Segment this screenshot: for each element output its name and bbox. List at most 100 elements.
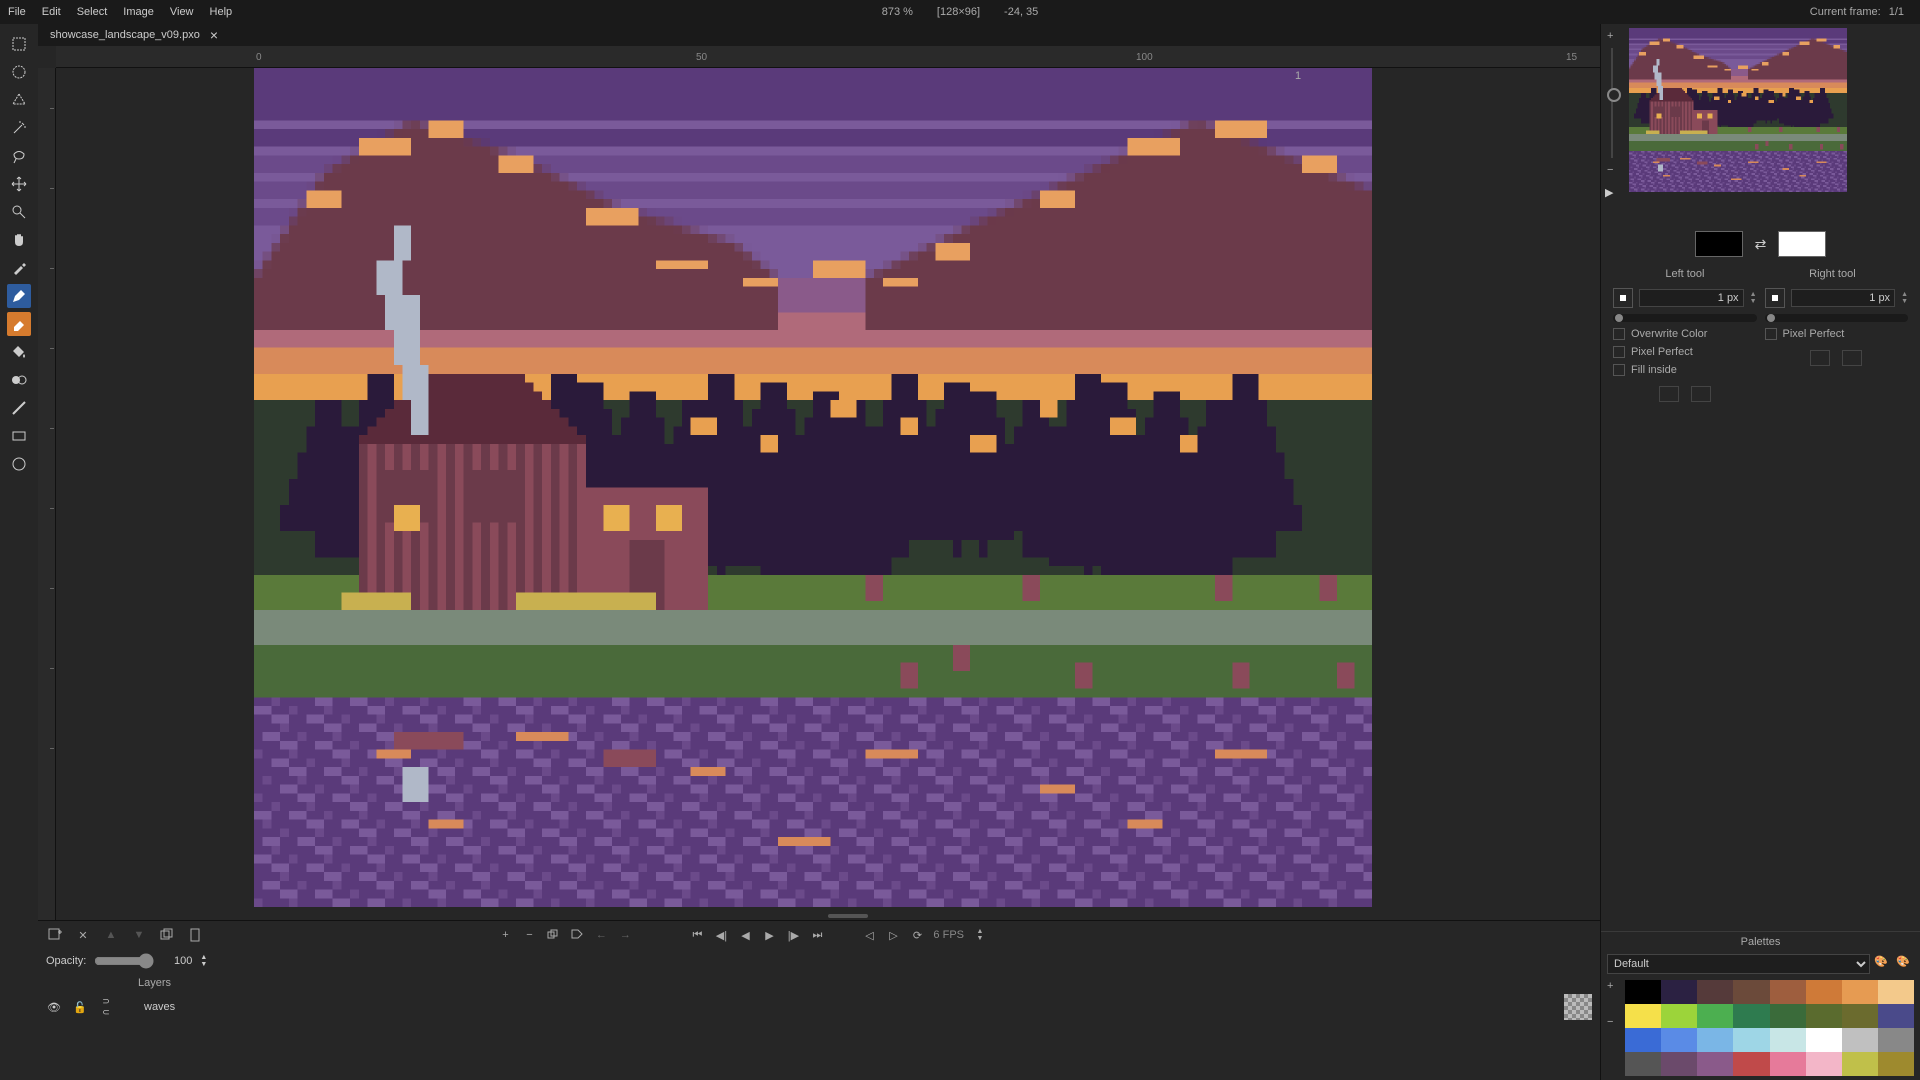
palette-swatch[interactable] [1878,980,1914,1004]
add-palette-button[interactable]: 🎨 [1896,955,1914,973]
palette-swatch[interactable] [1842,1004,1878,1028]
palette-swatch[interactable] [1661,1052,1697,1076]
palette-swatch[interactable] [1842,1028,1878,1052]
clone-frame-button[interactable] [545,927,561,943]
right-pixelperfect-checkbox[interactable] [1765,328,1777,340]
menu-help[interactable]: Help [210,6,233,18]
palette-swatch[interactable] [1625,1004,1661,1028]
right-mirror-h-button[interactable] [1810,350,1830,366]
layer-lock-icon[interactable]: 🔓 [72,1001,88,1014]
palette-swatch[interactable] [1733,1052,1769,1076]
palette-swatch[interactable] [1878,1052,1914,1076]
palette-swatch[interactable] [1697,1004,1733,1028]
right-size-spin[interactable]: ▲▼ [1901,291,1908,305]
palette-swatch[interactable] [1661,1004,1697,1028]
frame-number[interactable]: 1 [1288,70,1308,82]
ruler-vertical[interactable] [38,68,56,920]
fillinside-checkbox[interactable] [1613,364,1625,376]
palette-swatch[interactable] [1770,1052,1806,1076]
layer-row[interactable]: 👁 🔓 ⊃ ⊂ waves [38,993,1600,1021]
delete-frame-button[interactable]: − [521,927,537,943]
preview-canvas[interactable] [1629,28,1847,192]
clone-layer-button[interactable] [158,926,176,944]
delete-layer-button[interactable]: ✕ [74,926,92,944]
scroll-handle[interactable] [828,914,868,918]
palette-swatch[interactable] [1770,1028,1806,1052]
left-mirror-h-button[interactable] [1659,386,1679,402]
tab-close-icon[interactable]: × [210,27,218,43]
left-color-swatch[interactable] [1695,231,1743,257]
tool-move[interactable] [7,172,31,196]
palette-swatch[interactable] [1770,980,1806,1004]
menu-image[interactable]: Image [123,6,154,18]
overwrite-checkbox[interactable] [1613,328,1625,340]
move-layer-down-button[interactable]: ▼ [130,926,148,944]
tool-rect[interactable] [7,424,31,448]
palette-swatch[interactable] [1806,1052,1842,1076]
palette-swatch[interactable] [1697,1052,1733,1076]
tool-rect-select[interactable] [7,32,31,56]
palette-swatch[interactable] [1806,1004,1842,1028]
next-frame-button[interactable]: |▶ [785,927,801,943]
menu-view[interactable]: View [170,6,194,18]
merge-layer-button[interactable] [186,926,204,944]
tool-line[interactable] [7,396,31,420]
fps-spin[interactable]: ▲▼ [972,927,988,943]
tool-bucket[interactable] [7,340,31,364]
menu-select[interactable]: Select [77,6,108,18]
tool-ellipse[interactable] [7,452,31,476]
palette-swatch[interactable] [1733,980,1769,1004]
first-frame-button[interactable]: ⏮ [689,927,705,943]
opacity-spin[interactable]: ▲▼ [200,954,207,968]
frame-prev-button[interactable]: ← [593,927,609,943]
palette-swatch[interactable] [1661,980,1697,1004]
pixel-canvas[interactable] [254,68,1372,907]
ruler-horizontal[interactable]: 0 50 100 15 [56,46,1600,68]
play-back-button[interactable]: ◀ [737,927,753,943]
onion-prev-button[interactable]: ◁ [861,927,877,943]
palette-swatch[interactable] [1733,1028,1769,1052]
edit-palette-button[interactable]: 🎨 [1874,955,1892,973]
tool-zoom[interactable] [7,200,31,224]
frame-tag-button[interactable] [569,927,585,943]
right-mirror-v-button[interactable] [1842,350,1862,366]
palette-swatch[interactable] [1842,980,1878,1004]
right-slider[interactable] [1765,314,1909,322]
opacity-slider[interactable] [94,953,154,969]
palette-swatch[interactable] [1878,1028,1914,1052]
menu-file[interactable]: File [8,6,26,18]
right-brush-size[interactable]: 1 px [1791,289,1896,307]
prev-frame-button[interactable]: ◀| [713,927,729,943]
onion-next-button[interactable]: ▷ [885,927,901,943]
palette-swatch[interactable] [1878,1004,1914,1028]
preview-zoom-out-button[interactable]: − [1607,164,1613,176]
cel-thumbnail[interactable] [1564,994,1592,1020]
palette-swatch[interactable] [1625,980,1661,1004]
tool-eraser[interactable] [7,312,31,336]
left-mirror-v-button[interactable] [1691,386,1711,402]
tool-pan[interactable] [7,228,31,252]
tool-polygon-select[interactable] [7,88,31,112]
palette-swatch[interactable] [1625,1028,1661,1052]
tool-color-picker[interactable] [7,256,31,280]
move-layer-up-button[interactable]: ▲ [102,926,120,944]
tool-lasso[interactable] [7,144,31,168]
palette-swatch[interactable] [1842,1052,1878,1076]
swap-colors-icon[interactable]: ⇄ [1755,236,1767,253]
preview-zoom-in-button[interactable]: + [1607,30,1613,42]
layer-name[interactable]: waves [124,1001,1554,1013]
preview-zoom-slider[interactable] [1611,48,1613,158]
preview-play-button[interactable]: ▶ [1605,186,1613,199]
left-slider[interactable] [1613,314,1757,322]
palette-swatch[interactable] [1733,1004,1769,1028]
palette-swatch[interactable] [1625,1052,1661,1076]
palette-swatch[interactable] [1770,1004,1806,1028]
loop-button[interactable]: ⟳ [909,927,925,943]
right-color-swatch[interactable] [1778,231,1826,257]
palette-swatch[interactable] [1806,980,1842,1004]
layer-visibility-icon[interactable]: 👁 [46,1001,62,1014]
right-brush-shape[interactable] [1765,288,1785,308]
tool-magic-wand[interactable] [7,116,31,140]
palette-remove-color[interactable]: − [1607,1016,1613,1028]
tool-pencil[interactable] [7,284,31,308]
